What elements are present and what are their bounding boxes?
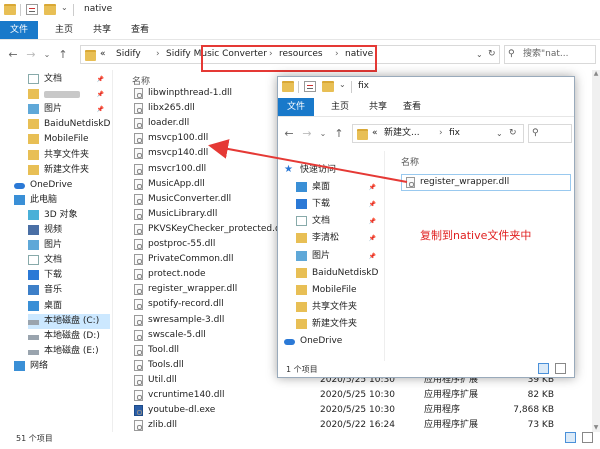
annotation-text: 复制到native文件夹中 [420,229,532,242]
annotation-arrow [208,139,408,183]
